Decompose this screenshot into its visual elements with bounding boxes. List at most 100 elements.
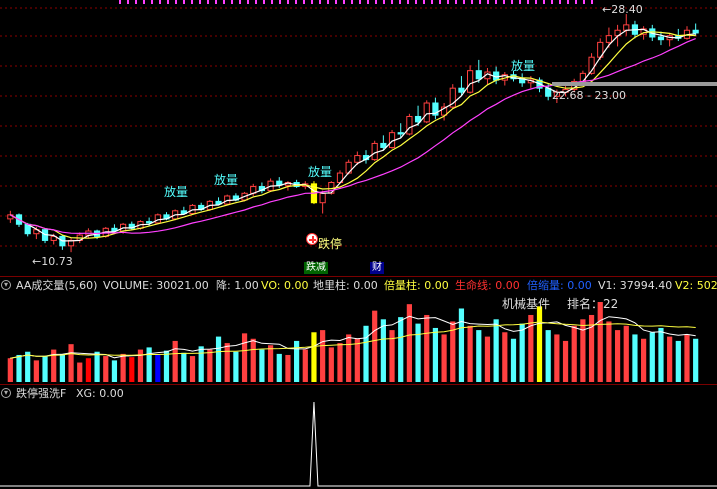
- volume-bar[interactable]: [545, 330, 551, 382]
- volume-bar[interactable]: [241, 333, 248, 382]
- volume-bar[interactable]: [59, 353, 65, 382]
- volume-bar[interactable]: [233, 351, 239, 382]
- volume-bar[interactable]: [614, 330, 621, 382]
- volume-bar[interactable]: [484, 336, 491, 382]
- volume-bar[interactable]: [16, 354, 22, 382]
- volume-bar[interactable]: [85, 358, 92, 382]
- volume-bar[interactable]: [7, 358, 13, 382]
- volume-bar[interactable]: [146, 347, 152, 382]
- volume-bar[interactable]: [467, 325, 473, 382]
- volume-bar[interactable]: [641, 338, 647, 382]
- volume-bar[interactable]: [42, 356, 48, 382]
- volume-bar[interactable]: [675, 340, 681, 382]
- candle-body[interactable]: [380, 142, 387, 148]
- volume-bar[interactable]: [337, 343, 343, 382]
- volume-bar[interactable]: [502, 332, 508, 382]
- candle-body[interactable]: [475, 70, 482, 80]
- volume-bar[interactable]: [224, 343, 230, 382]
- volume-bar[interactable]: [25, 351, 31, 382]
- candle-body[interactable]: [623, 24, 630, 31]
- volume-bar[interactable]: [181, 352, 187, 382]
- volume-bar[interactable]: [250, 338, 256, 382]
- volume-bar[interactable]: [215, 336, 222, 382]
- volume-bar[interactable]: [120, 353, 126, 382]
- candle-body[interactable]: [423, 102, 430, 123]
- volume-bar[interactable]: [189, 356, 196, 382]
- chart-canvas[interactable]: [0, 0, 717, 489]
- volume-bar[interactable]: [380, 319, 386, 382]
- volume-bar[interactable]: [562, 340, 569, 382]
- volume-bar[interactable]: [693, 338, 699, 382]
- volume-bar[interactable]: [510, 338, 517, 382]
- tag-cai[interactable]: 财: [370, 262, 384, 274]
- tag-diejian[interactable]: 跌减: [304, 262, 328, 274]
- volume-bar[interactable]: [536, 306, 543, 382]
- volume-bar[interactable]: [493, 319, 499, 382]
- volume-bar[interactable]: [415, 323, 421, 382]
- volume-bars[interactable]: [7, 302, 699, 382]
- volume-bar[interactable]: [328, 347, 334, 382]
- volume-bar[interactable]: [259, 349, 265, 382]
- volume-bar[interactable]: [103, 356, 109, 382]
- volume-bar[interactable]: [424, 314, 430, 382]
- volume-bar[interactable]: [667, 336, 673, 382]
- candle-body[interactable]: [579, 72, 586, 82]
- volume-bar[interactable]: [354, 338, 360, 382]
- candle-body[interactable]: [467, 70, 474, 93]
- volume-bar[interactable]: [458, 308, 465, 382]
- volume-panel-header: ▾ AA成交量(5,60) VOLUME: 30021.00 降: 1.00 V…: [0, 277, 717, 294]
- annotation-fangliang-2: 放量: [214, 173, 239, 187]
- volume-bar[interactable]: [155, 354, 161, 382]
- volume-bar[interactable]: [580, 319, 586, 382]
- volume-bar[interactable]: [285, 354, 291, 382]
- volume-bar[interactable]: [684, 334, 690, 382]
- volume-bar[interactable]: [198, 346, 204, 382]
- panel-settings-icon[interactable]: ▾: [1, 388, 11, 398]
- volume-bar[interactable]: [649, 332, 655, 382]
- volume-bar[interactable]: [77, 362, 83, 382]
- volume-bar[interactable]: [519, 323, 525, 382]
- volume-bar[interactable]: [623, 325, 629, 382]
- volume-bar[interactable]: [172, 340, 178, 382]
- volume-bar[interactable]: [311, 332, 317, 382]
- volume-bar[interactable]: [68, 344, 74, 382]
- candle-body[interactable]: [154, 214, 161, 224]
- volume-bar[interactable]: [571, 325, 577, 382]
- volume-bar[interactable]: [432, 327, 439, 382]
- volume-bar[interactable]: [302, 349, 308, 382]
- volume-bar[interactable]: [554, 334, 560, 382]
- signal-indicator-title[interactable]: 跌停强洗F: [16, 387, 66, 400]
- volume-bar[interactable]: [33, 360, 39, 382]
- volume-bar[interactable]: [129, 357, 135, 382]
- volume-bar[interactable]: [363, 325, 369, 382]
- volume-indicator-title[interactable]: AA成交量(5,60): [16, 279, 97, 292]
- volume-bar[interactable]: [111, 360, 118, 382]
- volume-bar[interactable]: [658, 327, 664, 382]
- panel-settings-icon[interactable]: ▾: [1, 280, 11, 290]
- candle-body[interactable]: [397, 132, 404, 135]
- volume-bar[interactable]: [597, 302, 603, 382]
- volume-bar[interactable]: [476, 330, 482, 382]
- volume-bar[interactable]: [441, 334, 447, 382]
- volume-bar[interactable]: [163, 350, 170, 382]
- volume-bar[interactable]: [267, 345, 274, 382]
- candle-body[interactable]: [354, 155, 361, 163]
- volume-bar[interactable]: [632, 334, 638, 382]
- candle-body[interactable]: [692, 29, 699, 34]
- candle-body[interactable]: [371, 142, 378, 161]
- volume-bar[interactable]: [398, 317, 404, 382]
- range-label: 22.68 - 23.00: [552, 89, 626, 102]
- volume-bar[interactable]: [320, 330, 326, 382]
- volume-bar[interactable]: [207, 349, 213, 382]
- volume-bar[interactable]: [94, 351, 100, 382]
- volume-bar[interactable]: [276, 353, 282, 382]
- volume-bar[interactable]: [372, 310, 378, 382]
- volume-bar[interactable]: [346, 334, 352, 382]
- candle-body[interactable]: [319, 192, 326, 204]
- volume-bar[interactable]: [606, 321, 612, 382]
- candle-body[interactable]: [657, 36, 665, 41]
- candle-body[interactable]: [605, 35, 613, 43]
- volume-bar[interactable]: [294, 340, 300, 382]
- candle-body[interactable]: [458, 87, 465, 93]
- candle-body[interactable]: [406, 115, 413, 135]
